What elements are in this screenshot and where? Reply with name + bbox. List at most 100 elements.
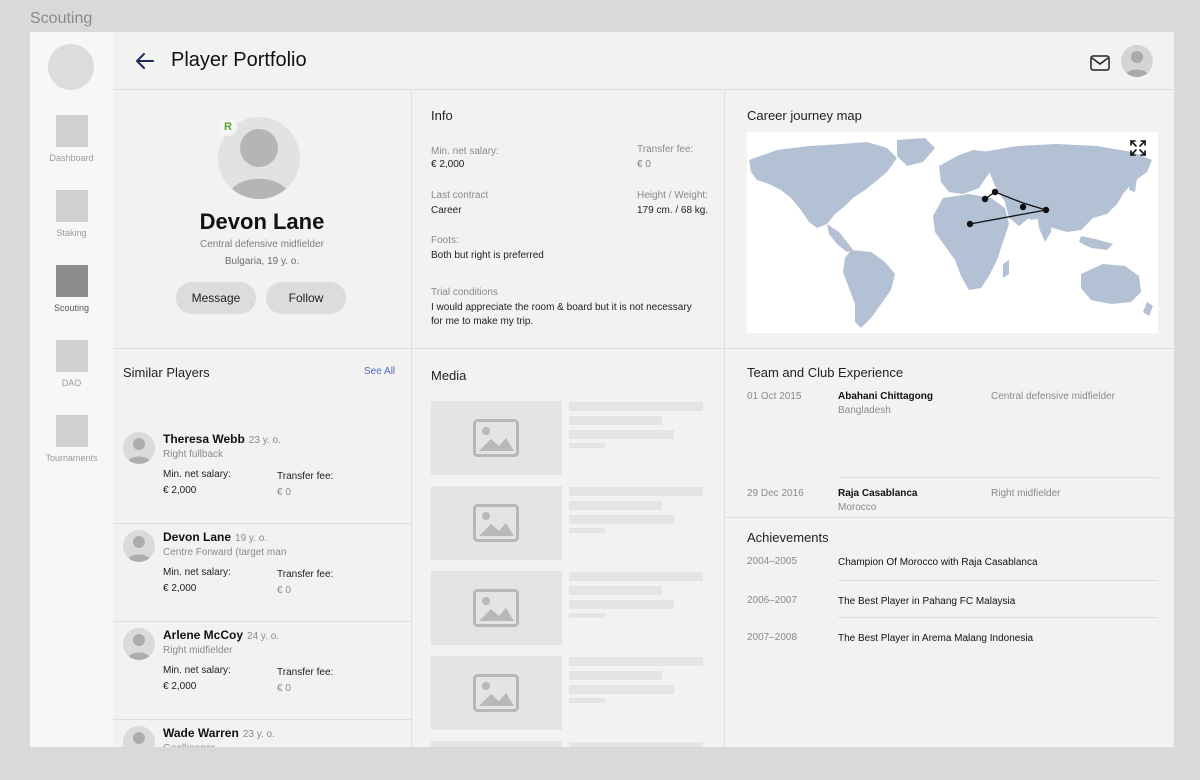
player-age: 23 y. o. bbox=[248, 435, 281, 446]
sidebar-item-dashboard[interactable]: Dashboard bbox=[30, 115, 113, 163]
media-item[interactable] bbox=[431, 571, 703, 645]
player-role: Goalkeeper bbox=[163, 743, 215, 747]
player-role: Centre Forward (target man bbox=[163, 547, 287, 558]
header: Player Portfolio bbox=[113, 32, 1174, 90]
similar-players-title: Similar Players bbox=[123, 365, 210, 380]
experience-date: 01 Oct 2015 bbox=[747, 391, 802, 402]
media-item[interactable] bbox=[431, 486, 703, 560]
fee-label: Transfer fee: bbox=[277, 471, 334, 482]
message-button[interactable]: Message bbox=[176, 282, 256, 314]
transfer-value: € 0 bbox=[637, 159, 651, 170]
contract-value: Career bbox=[431, 205, 462, 216]
salary-value: € 2,000 bbox=[163, 681, 197, 692]
experience-position: Right midfielder bbox=[991, 488, 1061, 499]
dashboard-icon bbox=[55, 115, 88, 147]
achievement-years: 2004–2005 bbox=[747, 556, 798, 567]
fee-value: € 0 bbox=[277, 683, 291, 694]
list-item[interactable]: Wade Warren23 y. o. Goalkeeper Min. net … bbox=[113, 720, 411, 747]
frame-label: Scouting bbox=[30, 10, 93, 27]
transfer-label: Transfer fee: bbox=[637, 144, 694, 155]
info-title: Info bbox=[431, 108, 453, 123]
image-placeholder-icon bbox=[431, 656, 562, 730]
salary-value: € 2,000 bbox=[163, 485, 197, 496]
achievement-text: The Best Player in Pahang FC Malaysia bbox=[838, 596, 1016, 607]
sidebar-item-label: Scouting bbox=[53, 303, 90, 313]
tournaments-icon bbox=[55, 415, 88, 447]
sidebar-item-dao[interactable]: DAO bbox=[30, 340, 113, 388]
media-title: Media bbox=[431, 368, 467, 383]
avatar bbox=[123, 726, 155, 747]
foots-label: Foots: bbox=[431, 235, 459, 246]
player-name: Devon Lane 19 y. o. bbox=[163, 530, 268, 544]
sidebar-item-tournaments[interactable]: Tournaments bbox=[30, 415, 113, 463]
salary-label: Min. net salary: bbox=[163, 469, 231, 480]
career-map[interactable] bbox=[747, 132, 1158, 333]
image-placeholder-icon bbox=[431, 571, 562, 645]
media-panel: Media bbox=[412, 349, 724, 747]
sidebar-item-staking[interactable]: Staking bbox=[30, 190, 113, 238]
list-item[interactable]: Theresa Webb 23 y. o. Right fullback Min.… bbox=[113, 426, 411, 524]
staking-icon bbox=[55, 190, 88, 222]
media-item[interactable] bbox=[431, 656, 703, 730]
mail-icon[interactable] bbox=[1090, 55, 1110, 71]
arrow-left-icon[interactable] bbox=[135, 51, 155, 71]
foots-value: Both but right is preferred bbox=[431, 250, 544, 261]
achievements-title: Achievements bbox=[747, 530, 829, 545]
avatar bbox=[123, 628, 155, 660]
salary-value: € 2,000 bbox=[163, 583, 197, 594]
salary-label: Min. net salary: bbox=[163, 665, 231, 676]
trial-value: I would appreciate the room & board but … bbox=[431, 302, 692, 327]
fee-value: € 0 bbox=[277, 585, 291, 596]
dao-icon bbox=[55, 340, 88, 372]
page-title: Player Portfolio bbox=[171, 49, 307, 71]
fee-label: Transfer fee: bbox=[277, 569, 334, 580]
achievement-years: 2007–2008 bbox=[747, 632, 798, 643]
sidebar: Dashboard Staking Scouting DAO Tournamen… bbox=[30, 32, 113, 747]
contract-label: Last contract bbox=[431, 190, 489, 201]
profile-card: R Devon Lane Central defensive midfielde… bbox=[113, 91, 411, 348]
experience-club: Abahani Chittagong bbox=[838, 391, 933, 402]
image-placeholder-icon bbox=[431, 486, 562, 560]
follow-button[interactable]: Follow bbox=[266, 282, 346, 314]
player-name: Arlene McCoy 24 y. o. bbox=[163, 628, 280, 642]
salary-value: € 2,000 bbox=[431, 159, 465, 170]
experience-panel: Team and Club Experience 01 Oct 2015 Aba… bbox=[725, 349, 1174, 517]
salary-label: Min. net salary: bbox=[163, 567, 231, 578]
info-panel: Info Min. net salary: € 2,000 Transfer f… bbox=[412, 91, 724, 348]
height-value: 179 cm. / 68 kg. bbox=[637, 205, 709, 216]
expand-icon[interactable] bbox=[1130, 140, 1146, 156]
height-label: Height / Weight: bbox=[637, 190, 708, 201]
list-item[interactable]: Devon Lane 19 y. o. Centre Forward (targe… bbox=[113, 524, 411, 622]
player-origin: Bulgaria, 19 y. o. bbox=[224, 256, 300, 267]
experience-position: Central defensive midfielder bbox=[991, 391, 1115, 402]
avatar[interactable] bbox=[1121, 45, 1153, 77]
avatar bbox=[123, 530, 155, 562]
media-item[interactable] bbox=[431, 401, 703, 475]
scouting-icon bbox=[55, 265, 88, 297]
player-role: Central defensive midfielder bbox=[200, 239, 324, 250]
achievement-text: Champion Of Morocco with Raja Casablanca bbox=[838, 557, 1038, 568]
app-window: Dashboard Staking Scouting DAO Tournamen… bbox=[30, 32, 1174, 747]
fee-label: Transfer fee: bbox=[277, 667, 334, 678]
achievement-years: 2006–2007 bbox=[747, 595, 798, 606]
user-avatar[interactable] bbox=[48, 44, 94, 90]
similar-players-panel: Similar Players See All Theresa Webb 23 y… bbox=[113, 349, 411, 747]
see-all-link[interactable]: See All bbox=[364, 366, 395, 377]
media-item[interactable] bbox=[431, 741, 703, 747]
player-role: Right fullback bbox=[163, 449, 224, 460]
image-placeholder-icon bbox=[431, 401, 562, 475]
player-age: 19 y. o. bbox=[235, 533, 268, 544]
rating-badge: R bbox=[219, 118, 237, 136]
experience-club: Raja Casablanca bbox=[838, 488, 918, 499]
map-title: Career journey map bbox=[747, 108, 862, 123]
experience-country: Bangladesh bbox=[838, 405, 891, 416]
sidebar-item-scouting[interactable]: Scouting bbox=[30, 265, 113, 313]
world-map bbox=[749, 138, 1153, 328]
experience-country: Morocco bbox=[838, 502, 877, 513]
experience-date: 29 Dec 2016 bbox=[747, 488, 804, 499]
achievement-text: The Best Player in Arema Malang Indonesi… bbox=[838, 633, 1034, 644]
trial-label: Trial conditions bbox=[431, 287, 498, 298]
list-item[interactable]: Arlene McCoy 24 y. o. Right midfielder Mi… bbox=[113, 622, 411, 720]
fee-value: € 0 bbox=[277, 487, 291, 498]
player-name: Theresa Webb 23 y. o. bbox=[163, 432, 281, 446]
